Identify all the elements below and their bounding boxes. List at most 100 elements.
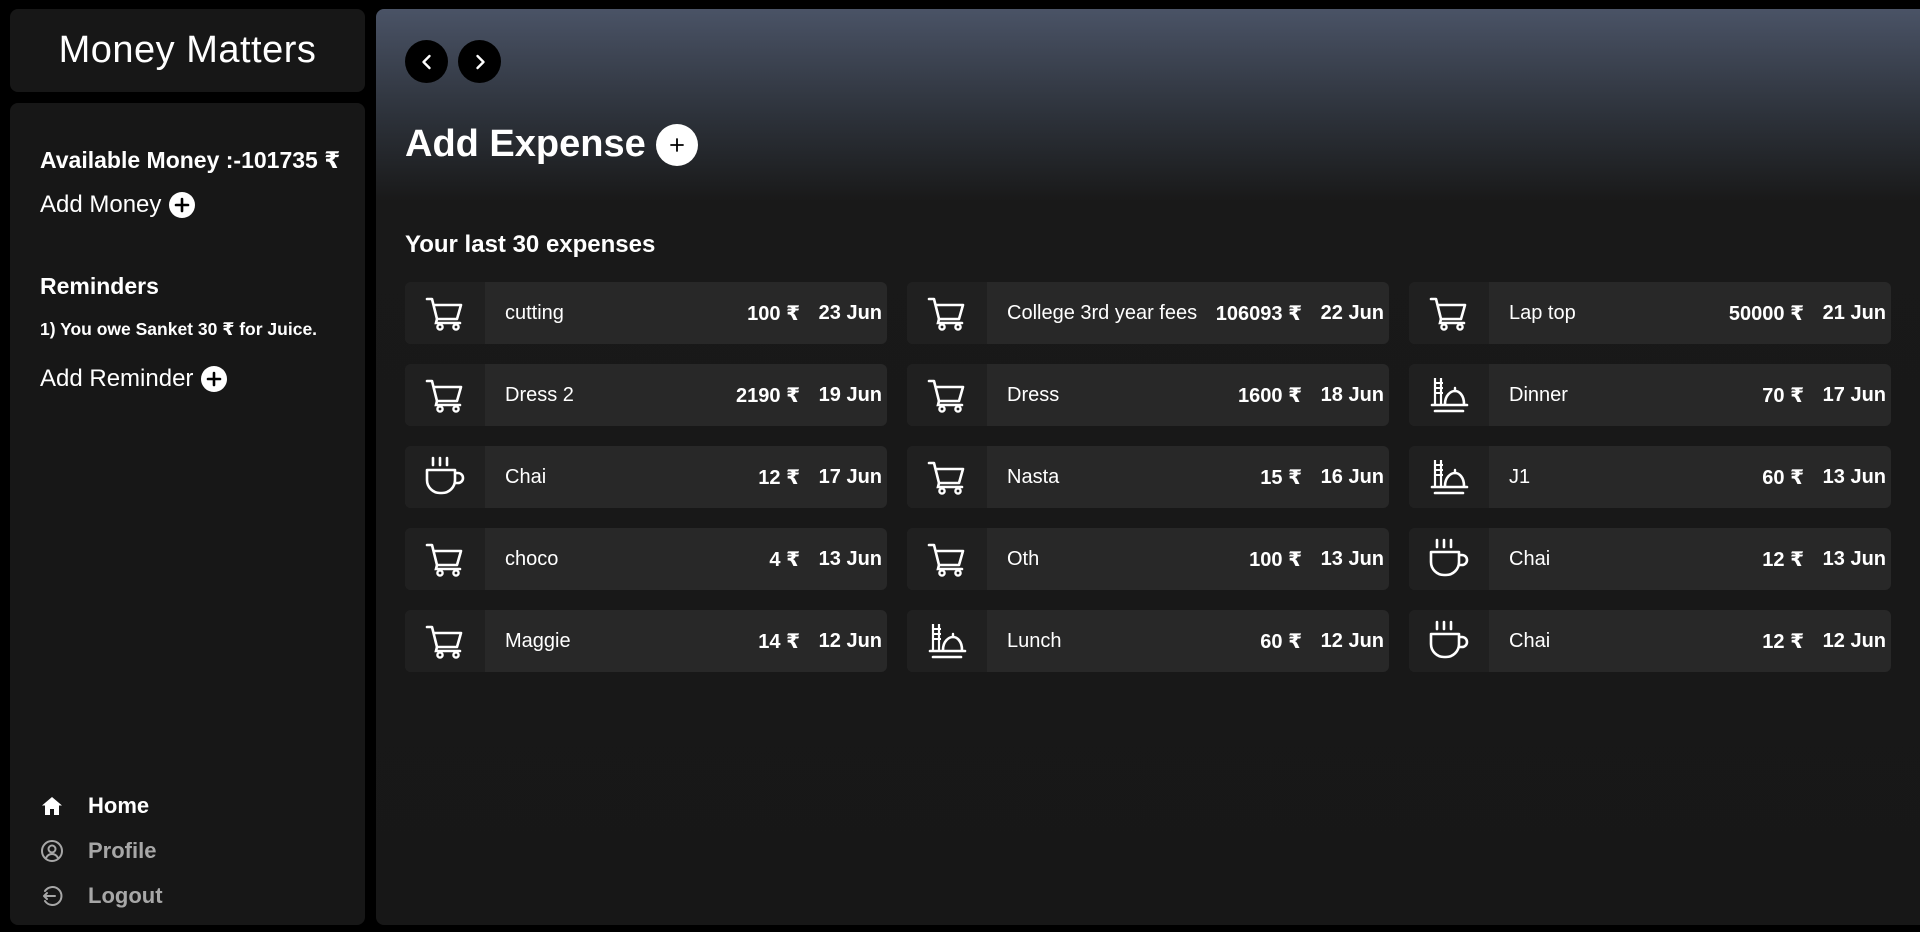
expense-amount: 2190 ₹ xyxy=(736,384,800,407)
expense-date: 18 Jun xyxy=(1320,383,1384,406)
expense-name: cutting xyxy=(505,301,564,324)
expense-name: Maggie xyxy=(505,629,571,652)
expense-card[interactable]: cutting 100 ₹ 23 Jun xyxy=(405,282,887,344)
expense-amount: 12 ₹ xyxy=(1762,630,1804,653)
add-reminder-button[interactable]: Add Reminder xyxy=(40,365,228,393)
expense-amount: 60 ₹ xyxy=(1762,466,1804,489)
page-title: Add Expense xyxy=(405,123,646,165)
expense-card[interactable]: Lap top 50000 ₹ 21 Jun xyxy=(1409,282,1891,344)
expense-amount: 50000 ₹ xyxy=(1728,302,1804,325)
expense-date: 12 Jun xyxy=(1822,629,1886,652)
sidebar: Available Money :-101735 ₹ Add Money Rem… xyxy=(10,103,365,925)
expense-card[interactable]: Chai 12 ₹ 12 Jun xyxy=(1409,610,1891,672)
expense-card[interactable]: Maggie 14 ₹ 12 Jun xyxy=(405,610,887,672)
back-button[interactable] xyxy=(405,40,448,83)
expense-date: 22 Jun xyxy=(1320,301,1384,324)
plus-circle-icon[interactable] xyxy=(169,192,196,218)
expense-card[interactable]: Dress 1600 ₹ 18 Jun xyxy=(907,364,1389,426)
food-icon xyxy=(907,610,987,672)
expense-date: 13 Jun xyxy=(1320,547,1384,570)
nav-label-profile: Profile xyxy=(88,837,157,863)
expense-name: Lap top xyxy=(1509,301,1576,324)
expense-card[interactable]: Chai 12 ₹ 13 Jun xyxy=(1409,528,1891,590)
expense-amount: 15 ₹ xyxy=(1260,466,1302,489)
nav-item-home[interactable]: Home xyxy=(40,783,163,828)
expense-date: 17 Jun xyxy=(1822,383,1886,406)
expense-name: Oth xyxy=(1007,547,1040,570)
expense-name: Lunch xyxy=(1007,629,1062,652)
expense-date: 23 Jun xyxy=(818,301,882,324)
sidebar-nav: Home Profile Logout xyxy=(40,783,163,918)
reminders-title: Reminders xyxy=(40,273,159,299)
cart-icon xyxy=(907,446,987,508)
available-money: Available Money :-101735 ₹ xyxy=(40,147,341,173)
nav-item-logout[interactable]: Logout xyxy=(40,873,163,918)
add-money-label: Add Money xyxy=(40,191,162,218)
forward-button[interactable] xyxy=(458,40,501,83)
expense-card[interactable]: Dress 2 2190 ₹ 19 Jun xyxy=(405,364,887,426)
expense-name: Chai xyxy=(1509,629,1551,652)
expense-card[interactable]: Dinner 70 ₹ 17 Jun xyxy=(1409,364,1891,426)
home-icon xyxy=(40,794,88,818)
expense-date: 13 Jun xyxy=(818,547,882,570)
logout-icon xyxy=(40,884,88,908)
profile-icon xyxy=(40,839,88,863)
food-icon xyxy=(1409,364,1489,426)
nav-label-logout: Logout xyxy=(88,882,163,908)
app-title: Money Matters xyxy=(58,29,317,71)
expense-amount: 14 ₹ xyxy=(758,630,800,653)
expense-date: 12 Jun xyxy=(1320,629,1384,652)
expense-card[interactable]: choco 4 ₹ 13 Jun xyxy=(405,528,887,590)
expense-card[interactable]: Nasta 15 ₹ 16 Jun xyxy=(907,446,1389,508)
expense-card[interactable]: Chai 12 ₹ 17 Jun xyxy=(405,446,887,508)
cart-icon xyxy=(405,364,485,426)
expenses-subtitle: Your last 30 expenses xyxy=(405,231,656,258)
expense-card[interactable]: J1 60 ₹ 13 Jun xyxy=(1409,446,1891,508)
expense-amount: 12 ₹ xyxy=(1762,548,1804,571)
cup-icon xyxy=(1409,528,1489,590)
expense-name: Chai xyxy=(505,465,547,488)
nav-item-profile[interactable]: Profile xyxy=(40,828,163,873)
nav-label-home: Home xyxy=(88,792,150,818)
add-reminder-label: Add Reminder xyxy=(40,365,194,392)
cart-icon xyxy=(405,528,485,590)
expense-amount: 70 ₹ xyxy=(1762,384,1804,407)
add-money-button[interactable]: Add Money xyxy=(40,191,196,219)
expense-amount: 100 ₹ xyxy=(747,302,800,325)
expense-grid: cutting 100 ₹ 23 Jun College 3rd year fees 1… xyxy=(405,282,1891,672)
cart-icon xyxy=(405,610,485,672)
expense-amount: 4 ₹ xyxy=(769,548,800,571)
expense-date: 13 Jun xyxy=(1822,547,1886,570)
expense-date: 13 Jun xyxy=(1822,465,1886,488)
expense-card[interactable]: College 3rd year fees 106093 ₹ 22 Jun xyxy=(907,282,1389,344)
app-logo: Money Matters xyxy=(10,9,365,92)
cart-icon xyxy=(1409,282,1489,344)
expense-name: Nasta xyxy=(1007,465,1060,488)
expense-date: 16 Jun xyxy=(1320,465,1384,488)
plus-circle-icon[interactable] xyxy=(201,366,228,392)
expense-name: Dress 2 xyxy=(505,383,574,406)
history-nav xyxy=(405,40,501,83)
expense-date: 19 Jun xyxy=(818,383,882,406)
expense-amount: 100 ₹ xyxy=(1249,548,1302,571)
expense-card[interactable]: Oth 100 ₹ 13 Jun xyxy=(907,528,1389,590)
expense-card[interactable]: Lunch 60 ₹ 12 Jun xyxy=(907,610,1389,672)
cup-icon xyxy=(405,446,485,508)
expense-amount: 106093 ₹ xyxy=(1215,302,1302,325)
expense-date: 21 Jun xyxy=(1822,301,1886,324)
add-expense-button[interactable] xyxy=(655,123,698,166)
expense-name: J1 xyxy=(1509,465,1531,488)
expense-name: College 3rd year fees xyxy=(1007,301,1198,324)
expense-date: 17 Jun xyxy=(818,465,882,488)
cart-icon xyxy=(405,282,485,344)
chevron-right-icon xyxy=(475,54,485,69)
expense-name: Chai xyxy=(1509,547,1551,570)
cart-icon xyxy=(907,528,987,590)
cup-icon xyxy=(1409,610,1489,672)
page-header: Add Expense xyxy=(405,123,698,166)
food-icon xyxy=(1409,446,1489,508)
main-panel: Add Expense Your last 30 expenses cuttin… xyxy=(376,9,1920,925)
expense-name: Dinner xyxy=(1509,383,1568,406)
expense-amount: 1600 ₹ xyxy=(1238,384,1302,407)
expense-name: choco xyxy=(505,547,559,570)
